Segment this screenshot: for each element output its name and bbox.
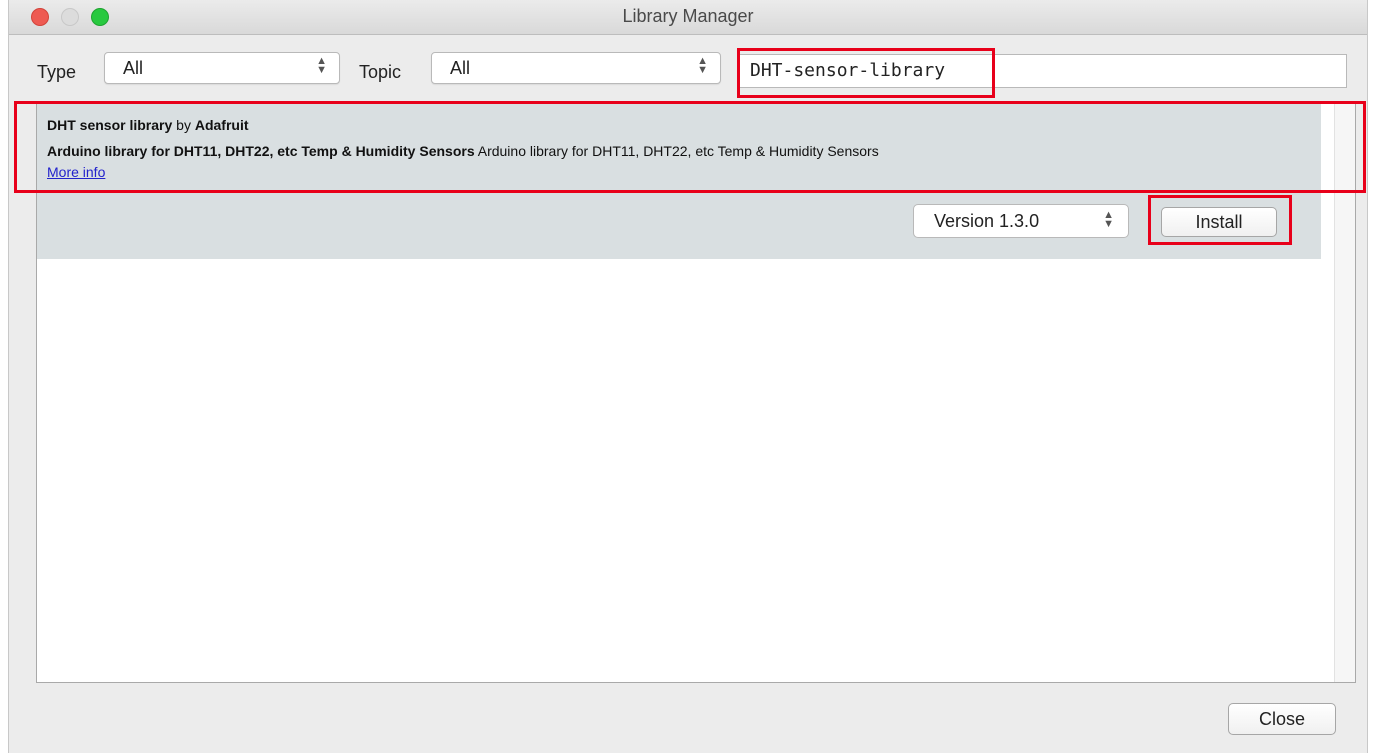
type-select-value: All — [123, 58, 144, 78]
topic-label: Topic — [359, 62, 402, 82]
version-select-value: Version 1.3.0 — [934, 211, 1040, 231]
select-arrows-icon: ▲ ▼ — [1103, 209, 1114, 230]
library-description: Arduino library for DHT11, DHT22, etc Te… — [477, 143, 879, 159]
library-more-info-line: More info — [47, 164, 105, 180]
type-select[interactable]: All ▲ ▼ — [104, 52, 340, 84]
topic-select[interactable]: All ▲ ▼ — [431, 52, 721, 84]
search-input[interactable] — [748, 59, 1332, 82]
library-name: DHT sensor library — [47, 117, 173, 133]
install-button[interactable]: Install — [1161, 207, 1277, 237]
more-info-link[interactable]: More info — [47, 164, 105, 180]
type-label: Type — [37, 62, 77, 82]
library-by: by — [176, 117, 191, 133]
library-summary: Arduino library for DHT11, DHT22, etc Te… — [47, 143, 475, 159]
filter-bar: Type All ▲ ▼ Topic All ▲ ▼ — [9, 52, 1367, 92]
library-manager-window: Library Manager Type All ▲ ▼ Topic All ▲ ▼… — [8, 0, 1368, 753]
library-list: DHT sensor library by Adafruit Arduino l… — [36, 103, 1356, 683]
library-entry[interactable]: DHT sensor library by Adafruit Arduino l… — [37, 104, 1321, 259]
select-arrows-icon: ▲ ▼ — [697, 55, 708, 76]
search-field[interactable] — [737, 54, 1347, 88]
close-button[interactable]: Close — [1228, 703, 1336, 735]
window-title: Library Manager — [622, 6, 754, 26]
list-scrollbar[interactable] — [1334, 104, 1355, 682]
topic-select-value: All — [450, 58, 471, 78]
select-arrows-icon: ▲ ▼ — [316, 55, 327, 76]
library-author: Adafruit — [194, 117, 249, 133]
library-description-line: Arduino library for DHT11, DHT22, etc Te… — [47, 143, 879, 159]
title-bar: Library Manager — [9, 0, 1367, 35]
version-select[interactable]: Version 1.3.0 ▲ ▼ — [913, 204, 1129, 238]
library-title-line: DHT sensor library by Adafruit — [47, 117, 249, 133]
